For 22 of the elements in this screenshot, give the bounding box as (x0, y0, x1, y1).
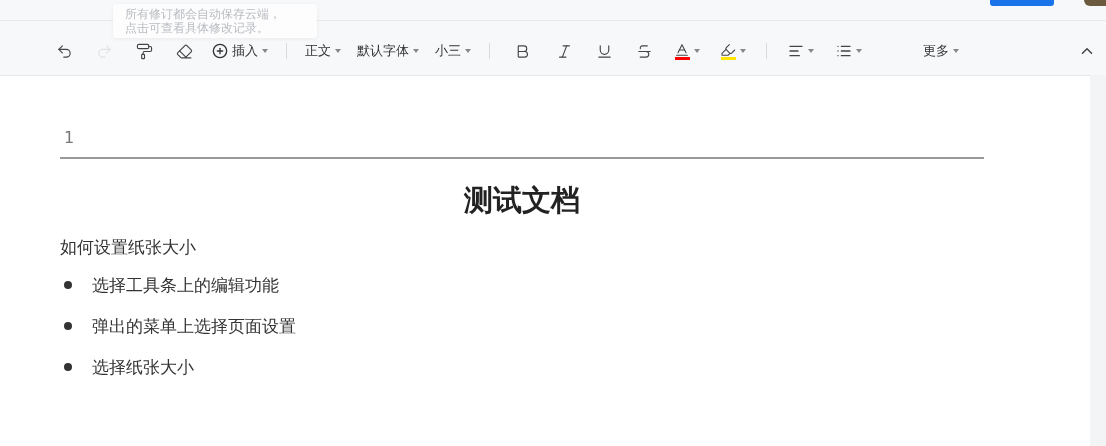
more-button[interactable]: 更多 (915, 36, 967, 66)
avatar[interactable] (1084, 0, 1106, 6)
highlighter-icon (720, 42, 736, 58)
dropdown-button[interactable]: 小三 (427, 36, 479, 66)
dropdown-button[interactable]: 正文 (297, 36, 349, 66)
insert-button[interactable]: 插入 (204, 36, 276, 66)
bullet-dot (64, 322, 72, 330)
tooltip-text: 点击可查看具体修改记录。 (125, 21, 269, 35)
tooltip-text: 所有修订都会自动保存云端， (125, 7, 281, 21)
plus-circle-icon (212, 43, 228, 59)
list-item: 选择纸张大小 (92, 356, 194, 379)
list-item: 选择工具条上的编辑功能 (92, 274, 279, 297)
bullet-dot (64, 363, 72, 371)
list-icon (836, 43, 852, 59)
dropdown-button[interactable]: 默认字体 (349, 36, 427, 66)
page-header: 1 (60, 128, 984, 159)
align-left-icon (788, 43, 804, 59)
paragraph: 如何设置纸张大小 (60, 236, 197, 259)
bullet-dot (64, 281, 72, 289)
list-item: 弹出的菜单上选择页面设置 (92, 315, 296, 338)
document-title: 测试文档 (463, 182, 581, 219)
font-color-icon (674, 42, 690, 58)
